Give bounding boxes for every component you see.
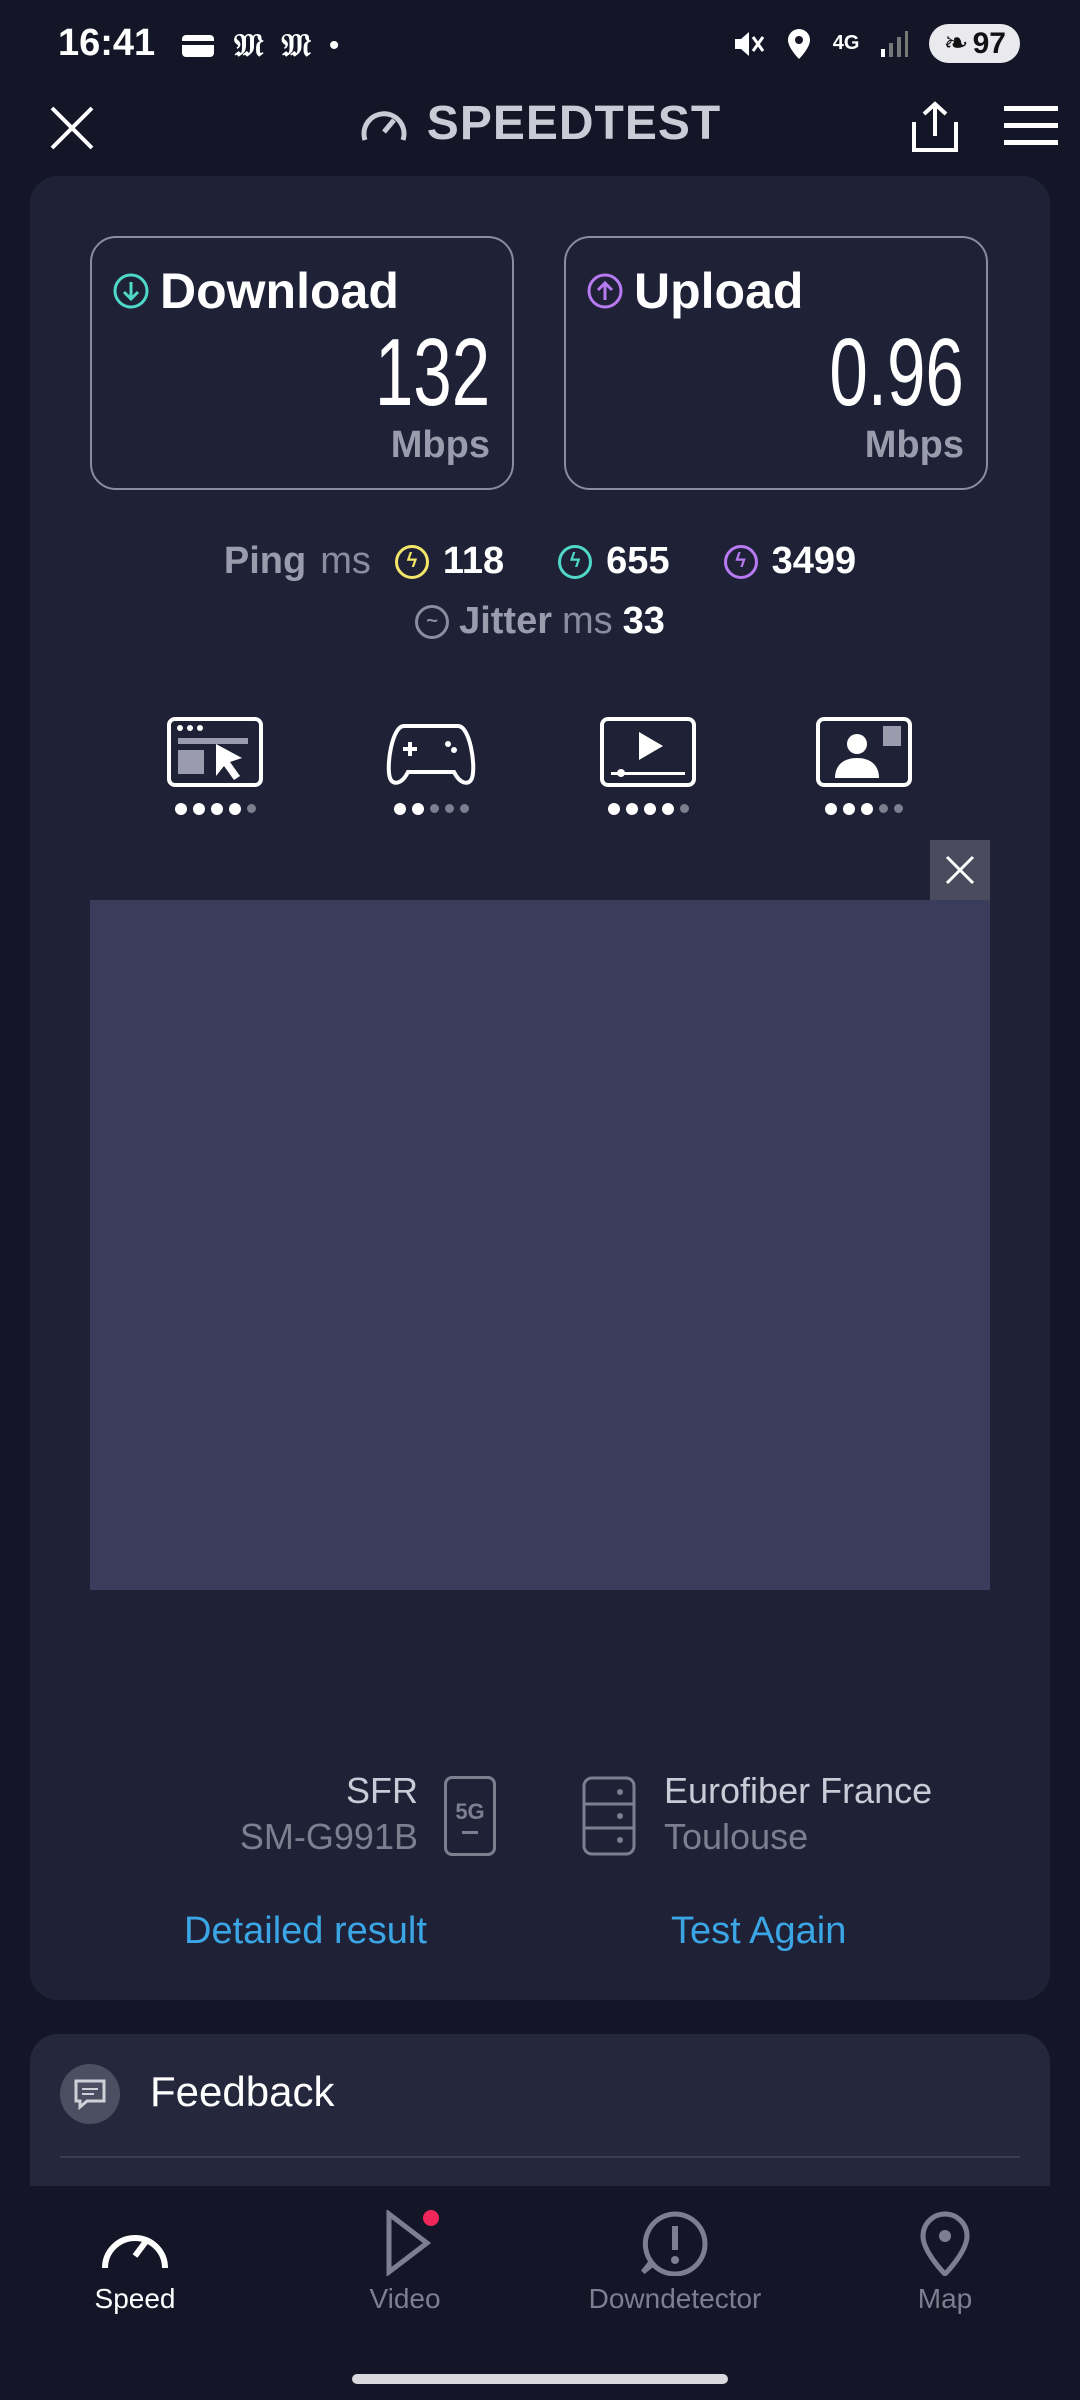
gamepad-icon [386, 724, 476, 785]
feedback-icon [60, 2064, 120, 2124]
alert-icon [641, 2211, 708, 2277]
close-icon [945, 855, 975, 885]
download-unit: Mbps [390, 424, 490, 466]
nav-downdetector[interactable]: Downdetector [565, 2210, 785, 2315]
upload-label: Upload [634, 263, 804, 319]
nav-speed[interactable]: Speed [25, 2210, 245, 2315]
download-label: Download [160, 263, 399, 319]
play-icon [386, 2208, 439, 2278]
bottom-nav: Speed Video Downdetector Map [0, 2186, 1080, 2400]
status-notifications: 𝔐 𝔐 • [180, 26, 339, 65]
ping-idle-icon: ϟ [394, 544, 429, 579]
download-box: Download 132 Mbps [90, 236, 514, 490]
provider-info: SFR SM-G991B [240, 1768, 418, 1860]
status-time: 16:41 [58, 22, 156, 64]
quality-video-chat[interactable] [814, 716, 914, 815]
newspaper-icon: 𝔐 [281, 26, 311, 64]
ping-download-value: 655 [606, 540, 670, 582]
wallet-icon [182, 34, 214, 57]
jitter-value: 33 [622, 600, 665, 642]
ping-label: Ping [223, 540, 307, 582]
network-tech: 5G [455, 1798, 485, 1824]
upload-unit: Mbps [864, 424, 964, 466]
gaming-rating [381, 803, 481, 815]
quality-streaming[interactable] [598, 716, 698, 815]
ping-download-icon: ϟ [558, 544, 593, 579]
server-info[interactable]: Eurofiber France Toulouse [664, 1768, 932, 1860]
ad-placeholder[interactable] [90, 900, 990, 1590]
browsing-rating [165, 803, 265, 815]
ping-upload-icon: ϟ [723, 544, 758, 579]
jitter-icon: ~ [415, 604, 450, 639]
quality-browsing[interactable] [165, 716, 265, 815]
device-model: SM-G991B [239, 1816, 418, 1857]
video-play-icon [600, 717, 696, 787]
server-name: Eurofiber France [664, 1770, 933, 1811]
server-location: Toulouse [664, 1816, 809, 1857]
home-indicator[interactable] [352, 2374, 728, 2384]
quality-gaming[interactable] [381, 716, 481, 815]
more-dot-icon: • [328, 28, 340, 62]
nav-downdetector-label: Downdetector [588, 2283, 762, 2314]
battery-indicator: ❧ 97 [929, 24, 1020, 63]
nav-map-label: Map [917, 2283, 973, 2314]
menu-icon[interactable] [1004, 106, 1058, 146]
network-type: 4G [832, 32, 860, 54]
browsing-icon [167, 717, 263, 787]
nav-video-label: Video [369, 2283, 441, 2314]
feedback-label[interactable]: Feedback [150, 2068, 334, 2116]
app-title-text: SPEEDTEST [426, 97, 722, 150]
jitter-row: ~ Jitter ms 33 [0, 600, 1080, 643]
status-right: 4G ❧ 97 [731, 24, 1020, 63]
phone-5g-icon: 5G [444, 1776, 496, 1856]
speedometer-icon [102, 2235, 168, 2269]
upload-label-row: Upload [586, 262, 803, 320]
streaming-rating [598, 803, 698, 815]
provider-name: SFR [346, 1770, 418, 1811]
ping-idle-value: 118 [442, 540, 505, 582]
map-pin-icon [920, 2211, 970, 2278]
signal-icon [881, 30, 909, 57]
download-label-row: Download [112, 262, 399, 320]
ad-close-button[interactable] [930, 840, 990, 900]
mute-icon [734, 31, 765, 56]
nav-map[interactable]: Map [835, 2210, 1055, 2315]
jitter-unit: ms [561, 600, 613, 642]
ping-row: Ping ms ϟ 118 ϟ 655 ϟ 3499 [0, 540, 1080, 583]
nav-video[interactable]: Video [295, 2208, 515, 2315]
divider [60, 2156, 1020, 2158]
ping-unit: ms [320, 540, 371, 582]
battery-leaf-icon: ❧ [943, 27, 969, 60]
battery-level: 97 [972, 26, 1006, 60]
upload-box: Upload 0.96 Mbps [564, 236, 988, 490]
upload-value: 0.96 [829, 319, 964, 426]
test-again-link[interactable]: Test Again [671, 1910, 846, 1953]
video-chat-rating [814, 803, 914, 815]
nav-speed-label: Speed [94, 2283, 176, 2314]
detailed-result-link[interactable]: Detailed result [184, 1910, 427, 1953]
upload-arrow-icon [587, 273, 623, 309]
speedometer-icon [361, 110, 407, 141]
jitter-label: Jitter [459, 600, 552, 642]
location-icon [787, 28, 810, 59]
download-arrow-icon [113, 273, 149, 309]
share-icon[interactable] [910, 100, 960, 154]
download-value: 132 [374, 319, 490, 426]
newspaper-icon: 𝔐 [234, 26, 264, 64]
ping-upload-value: 3499 [771, 540, 857, 582]
server-icon [582, 1776, 636, 1856]
video-chat-icon [816, 717, 912, 787]
